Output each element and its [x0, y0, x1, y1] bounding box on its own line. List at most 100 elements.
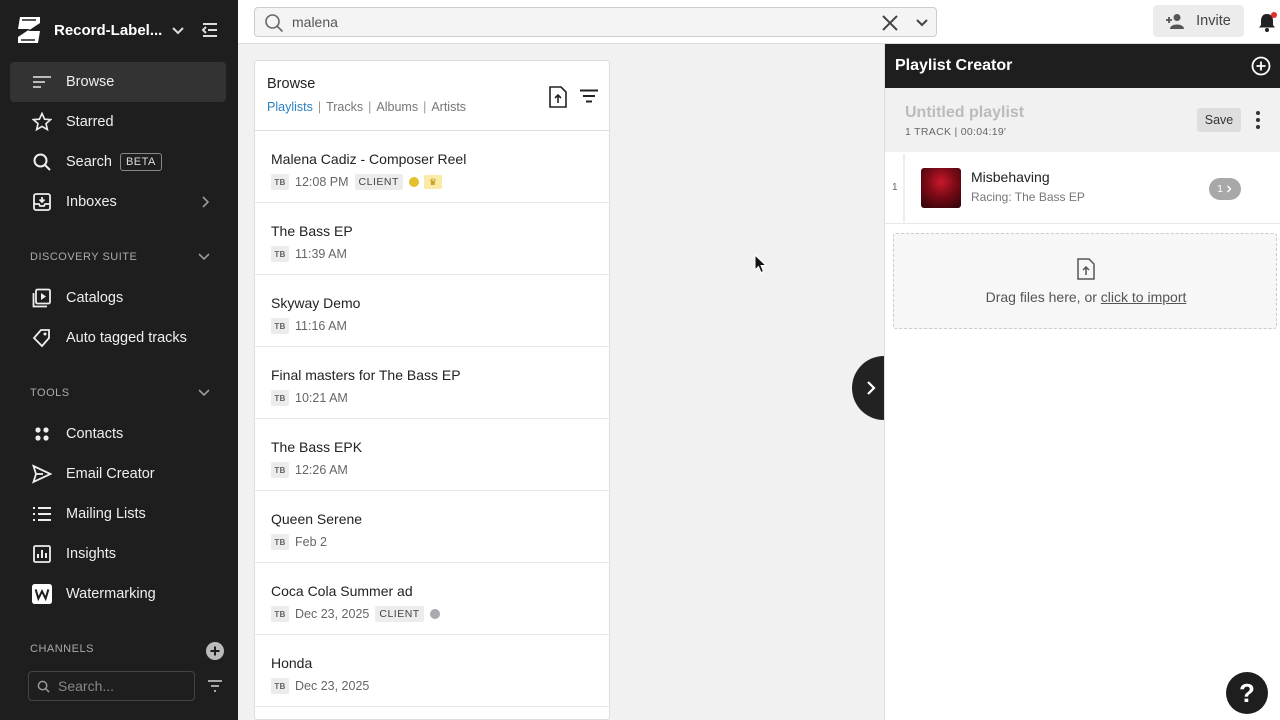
list-item[interactable]: Skyway Demo TB 11:16 AM — [255, 275, 609, 347]
sidebar-item-mailing-lists[interactable]: Mailing Lists — [10, 494, 226, 534]
client-tag: CLIENT — [354, 174, 403, 190]
sidebar-item-label: Inboxes — [66, 194, 117, 210]
list-item[interactable]: Honda TB Dec 23, 2025 — [255, 635, 609, 707]
chevron-down-icon[interactable] — [915, 14, 929, 32]
collapse-sidebar-icon[interactable] — [200, 20, 220, 40]
tab-tracks[interactable]: Tracks — [326, 100, 363, 114]
filter-icon[interactable] — [580, 89, 598, 103]
playlist-time: 12:08 PM — [295, 175, 349, 189]
app-logo-icon — [18, 17, 40, 43]
clear-search-icon[interactable] — [881, 14, 899, 32]
playlist-name: Malena Cadiz - Composer Reel — [271, 151, 467, 167]
playlist-time: Dec 23, 2025 — [295, 679, 370, 693]
sidebar-item-label: Mailing Lists — [66, 506, 146, 522]
album-art — [921, 168, 961, 208]
track-count-pill[interactable]: 1 — [1209, 178, 1241, 200]
playlist-time: Feb 2 — [295, 535, 327, 549]
channel-search-input[interactable] — [58, 678, 178, 694]
browse-title: Browse — [267, 76, 316, 92]
playlist-meta: TB 11:16 AM — [271, 318, 347, 334]
section-discovery-suite[interactable]: DISCOVERY SUITE — [30, 251, 210, 263]
global-search-input[interactable] — [292, 14, 852, 30]
workspace-name: Record-Label... — [54, 21, 162, 39]
drop-instructions: Drag files here, or — [985, 289, 1101, 305]
tab-albums[interactable]: Albums — [376, 100, 418, 114]
section-label: TOOLS — [30, 387, 70, 399]
add-channel-icon[interactable] — [206, 642, 224, 660]
help-button[interactable]: ? — [1226, 672, 1268, 714]
chevron-right-icon — [1226, 185, 1232, 193]
list-item[interactable]: Coca Cola Summer ad TB Dec 23, 2025 CLIE… — [255, 563, 609, 635]
playlist-creator-title: Playlist Creator — [895, 57, 1013, 74]
mouse-cursor-icon — [754, 254, 768, 274]
sidebar-item-insights[interactable]: Insights — [10, 534, 226, 574]
search-icon — [37, 680, 50, 693]
channel-search-field[interactable] — [28, 671, 195, 701]
sidebar-item-search[interactable]: Search BETA — [10, 142, 226, 182]
click-to-import-link[interactable]: click to import — [1101, 289, 1187, 305]
sidebar-item-watermarking[interactable]: Watermarking — [10, 574, 226, 614]
section-label: CHANNELS — [30, 643, 94, 655]
owner-badge: TB — [271, 246, 289, 262]
track-count: 1 — [1217, 183, 1223, 195]
playlist-meta: TB Feb 2 — [271, 534, 327, 550]
playlist-time: 12:26 AM — [295, 463, 348, 477]
sidebar-item-label: Watermarking — [66, 586, 156, 602]
list-item[interactable]: The Bass EPK TB 12:26 AM — [255, 419, 609, 491]
export-icon[interactable] — [548, 86, 568, 108]
list-item[interactable]: Queen Serene TB Feb 2 — [255, 491, 609, 563]
chevron-right-icon — [202, 196, 210, 208]
drop-zone-text: Drag files here, or click to import — [894, 289, 1278, 305]
tab-playlists[interactable]: Playlists — [267, 100, 313, 114]
add-circle-icon[interactable] — [1251, 56, 1271, 76]
playlist-name: The Bass EPK — [271, 439, 363, 455]
status-dot — [429, 609, 440, 619]
sidebar-item-catalogs[interactable]: Catalogs — [10, 278, 226, 318]
crown-icon: ♛ — [423, 175, 442, 189]
browse-panel: Browse Playlists | Tracks | Albums | Artist… — [254, 60, 610, 720]
sidebar-item-email-creator[interactable]: Email Creator — [10, 454, 226, 494]
list-item[interactable]: Final masters for The Bass EP TB 10:21 A… — [255, 347, 609, 419]
catalog-icon — [32, 288, 52, 308]
playlist-name: Honda — [271, 655, 313, 671]
client-tag: CLIENT — [375, 606, 424, 622]
sidebar-item-inboxes[interactable]: Inboxes — [10, 182, 226, 222]
more-vertical-icon[interactable] — [1255, 110, 1261, 130]
import-drop-zone[interactable]: Drag files here, or click to import — [893, 233, 1277, 329]
chevron-down-icon — [198, 253, 210, 261]
list-item[interactable]: The Bass EP TB 11:39 AM — [255, 203, 609, 275]
section-tools[interactable]: TOOLS — [30, 387, 210, 399]
sidebar-item-label: Contacts — [66, 426, 124, 442]
chevron-right-icon — [867, 381, 876, 395]
list-item[interactable]: Malena Cadiz - Composer Reel TB 12:08 PM… — [255, 131, 609, 203]
watermark-icon — [32, 584, 52, 604]
workspace-switcher[interactable]: Record-Label... — [16, 12, 186, 48]
playlist-name: Coca Cola Summer ad — [271, 583, 413, 599]
sidebar-item-browse[interactable]: Browse — [10, 62, 226, 102]
upload-file-icon — [1077, 258, 1095, 280]
save-button[interactable]: Save — [1197, 108, 1241, 132]
chevron-down-icon — [198, 389, 210, 397]
playlist-name-field[interactable]: Untitled playlist — [905, 104, 1024, 122]
playlist-time: 10:21 AM — [295, 391, 348, 405]
playlist-time: 11:16 AM — [295, 319, 347, 333]
playlist-meta: TB 11:39 AM — [271, 246, 347, 262]
playlist-name: Queen Serene — [271, 511, 363, 527]
browse-lines-icon — [32, 72, 52, 92]
playlist-meta: TB Dec 23, 2025 CLIENT — [271, 606, 440, 622]
tab-artists[interactable]: Artists — [431, 100, 466, 114]
playlist-track-row[interactable]: 1 Misbehaving Racing: The Bass EP 1 — [885, 154, 1280, 224]
global-search[interactable] — [254, 7, 937, 37]
owner-badge: TB — [271, 534, 289, 550]
track-subtitle: Racing: The Bass EP — [971, 190, 1085, 204]
filter-icon[interactable] — [206, 678, 224, 694]
add-user-icon — [1166, 14, 1185, 29]
sidebar-item-auto-tagged-tracks[interactable]: Auto tagged tracks — [10, 318, 226, 358]
auto-tag-icon — [32, 328, 52, 348]
track-title: Misbehaving — [971, 169, 1050, 185]
invite-button[interactable]: Invite — [1153, 5, 1244, 37]
sidebar-item-contacts[interactable]: Contacts — [10, 414, 226, 454]
section-channels: CHANNELS — [30, 643, 210, 655]
notification-bell-icon[interactable] — [1256, 12, 1278, 32]
sidebar-item-starred[interactable]: Starred — [10, 102, 226, 142]
